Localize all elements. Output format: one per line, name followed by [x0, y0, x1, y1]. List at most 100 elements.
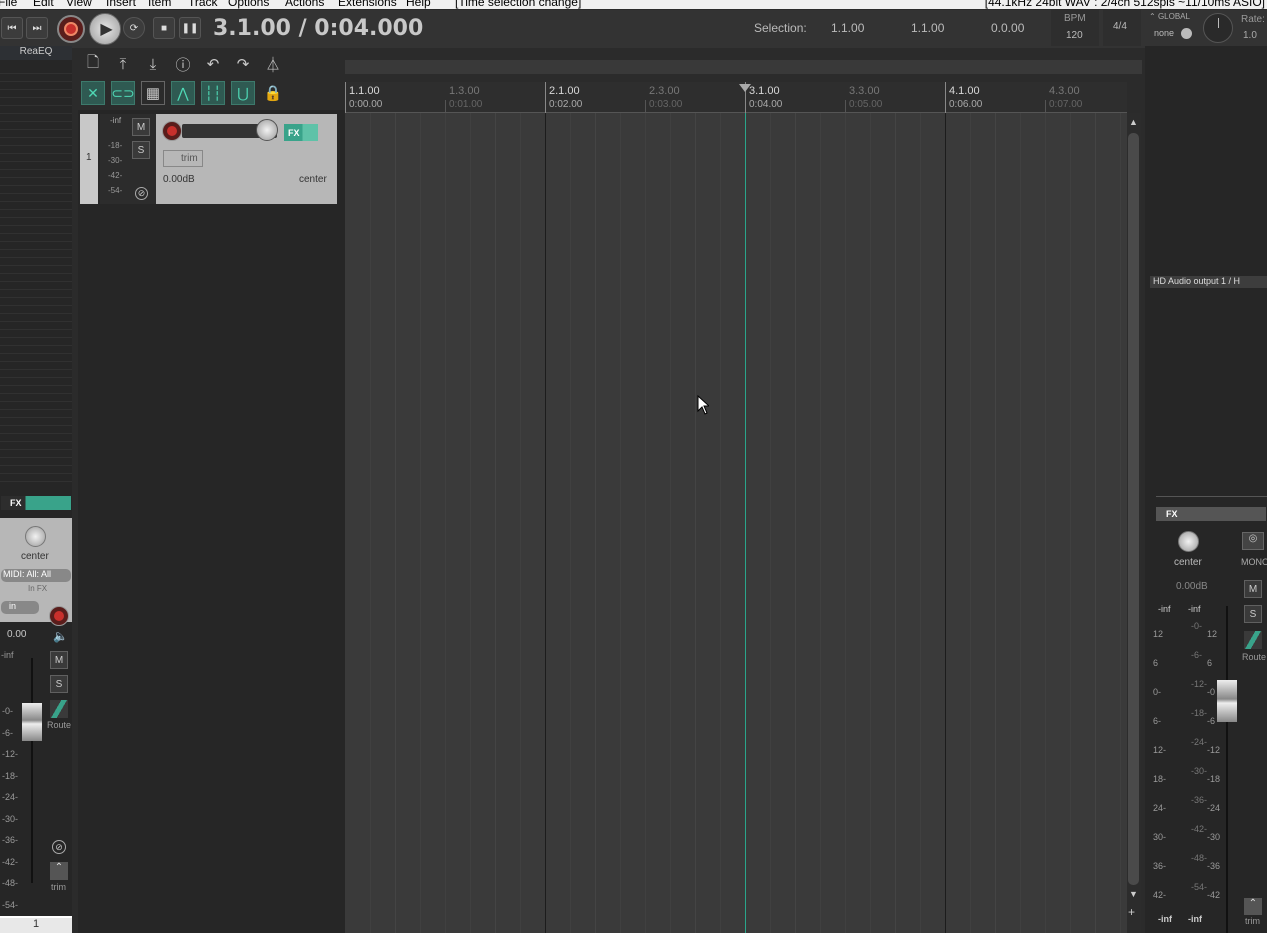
mixer-track-number[interactable]: 1	[0, 916, 72, 933]
mouse-cursor-icon	[697, 395, 709, 415]
timeline-scrollbar[interactable]	[345, 60, 1142, 74]
menu-view[interactable]: View	[66, 0, 92, 9]
new-project-icon[interactable]: 🗋	[81, 52, 105, 76]
selection-end[interactable]: 1.1.00	[911, 21, 944, 35]
menu-edit[interactable]: Edit	[33, 0, 54, 9]
track-phase-icon[interactable]: ⊘	[135, 187, 148, 200]
selection-label: Selection:	[754, 21, 807, 35]
master-fx-button[interactable]: FX	[1156, 507, 1266, 521]
play-button[interactable]: ▶	[89, 13, 121, 45]
master-meter-scale-tick: 12	[1153, 629, 1164, 639]
snap-grid-icon[interactable]: ┆┆	[201, 81, 225, 105]
link-icon[interactable]: ⊂⊃	[111, 81, 135, 105]
fx-button[interactable]: FX	[1, 496, 71, 510]
project-info-icon[interactable]: ⓘ	[171, 52, 195, 76]
track-number-cell[interactable]: 1	[80, 114, 98, 204]
master-meter-scale-tick: 12	[1207, 629, 1218, 639]
master-fader-handle[interactable]	[1217, 680, 1237, 722]
master-mute-label: M	[1248, 583, 1258, 595]
input-select[interactable]: in	[1, 601, 39, 614]
redo-icon[interactable]: ↷	[231, 52, 255, 76]
track-volume-readout: 0.00dB	[163, 174, 195, 185]
mono-stereo-icon[interactable]: ◎	[1242, 532, 1264, 550]
lock-icon[interactable]: 🔒	[261, 81, 285, 105]
menu-track[interactable]: Track	[188, 0, 218, 9]
global-dropdown-icon[interactable]	[1181, 28, 1192, 39]
timeline-ruler[interactable]: 1.1.00 0:00.00 1.3.00 0:01.00 2.1.00 0:02.00 2…	[345, 82, 1127, 113]
menu-file[interactable]: File	[0, 0, 17, 9]
grid-line	[870, 113, 871, 933]
route-button[interactable]	[50, 700, 68, 718]
playhead-marker-icon[interactable]	[739, 84, 751, 92]
menu-actions[interactable]: Actions	[285, 0, 324, 9]
save-project-icon[interactable]: ⤓	[141, 52, 165, 76]
selection-start[interactable]: 1.1.00	[831, 21, 864, 35]
track-trim-button[interactable]: trim	[163, 150, 203, 167]
global-value[interactable]: none	[1154, 28, 1174, 38]
track-volume-knob[interactable]	[256, 119, 278, 141]
metronome-icon[interactable]: ⏃	[261, 52, 285, 76]
master-meter-scale-tick: -36	[1207, 861, 1221, 871]
go-to-end-button[interactable]: ⏭	[26, 17, 48, 39]
time-display[interactable]: 3.1.00 / 0:04.000	[213, 16, 423, 41]
bpm-box[interactable]: BPM 120	[1051, 10, 1099, 46]
phase-invert-icon[interactable]: ⊘	[52, 840, 66, 854]
master-meter-scale-tick: -6-	[1191, 650, 1202, 660]
record-arm-button[interactable]	[49, 606, 69, 626]
master-route-button[interactable]	[1244, 631, 1262, 649]
menu-insert[interactable]: Insert	[106, 0, 136, 9]
repeat-button[interactable]: ⟳	[123, 17, 145, 39]
grid-line	[645, 113, 646, 933]
volume-fader-track[interactable]	[31, 658, 33, 883]
track-fx-button[interactable]: FX	[284, 124, 318, 141]
pause-button[interactable]: ❚❚	[179, 17, 201, 39]
volume-fader-handle[interactable]	[22, 703, 42, 741]
menu-extensions[interactable]: Extensions	[338, 0, 397, 9]
envelope-link-icon[interactable]: ⋀	[171, 81, 195, 105]
open-project-icon[interactable]: ⤒	[111, 52, 135, 76]
menu-help[interactable]: Help	[406, 0, 431, 9]
stop-button[interactable]: ■	[153, 17, 175, 39]
mute-button[interactable]: M	[50, 651, 68, 669]
menu-options[interactable]: Options	[228, 0, 269, 9]
master-fader-track[interactable]	[1226, 606, 1228, 933]
midi-input-select[interactable]: MIDI: All: All	[1, 569, 71, 582]
master-pan-knob[interactable]	[1178, 531, 1199, 552]
scroll-thumb[interactable]	[1128, 133, 1139, 885]
ruler-bar-label: 3.3.00	[849, 85, 880, 97]
scroll-up-icon[interactable]: ▲	[1129, 117, 1138, 127]
pan-knob[interactable]	[25, 526, 46, 547]
undo-icon[interactable]: ↶	[201, 52, 225, 76]
grid-line	[995, 113, 996, 933]
ruler-tick	[645, 100, 646, 113]
track-record-arm-button[interactable]	[162, 121, 182, 141]
scroll-down-icon[interactable]: ▼	[1129, 889, 1138, 899]
track-solo-button[interactable]: S	[132, 141, 150, 159]
auto-crossfade-icon[interactable]: ✕	[81, 81, 105, 105]
track-header[interactable]: FX trim 0.00dB center	[156, 114, 337, 204]
trim-envelope-icon[interactable]: ⌃	[50, 862, 68, 880]
arrange-view[interactable]	[345, 113, 1127, 933]
time-signature[interactable]: 4/4	[1103, 10, 1141, 46]
record-button[interactable]	[57, 15, 85, 43]
master-meter-scale-tick: -30	[1207, 832, 1221, 842]
solo-button[interactable]: S	[50, 675, 68, 693]
go-to-start-button[interactable]: ⏮	[1, 17, 23, 39]
master-mute-button[interactable]: M	[1244, 580, 1262, 598]
vertical-scrollbar[interactable]: ▲ ▼ +	[1127, 113, 1141, 933]
ruler-time-label: 0:07.00	[1049, 99, 1083, 110]
speaker-icon[interactable]: 🔈	[53, 629, 68, 643]
output-device-label[interactable]: HD Audio output 1 / H	[1150, 276, 1267, 288]
selection-length[interactable]: 0.0.00	[991, 21, 1024, 35]
playhead-line[interactable]	[745, 113, 746, 933]
snap-magnet-icon[interactable]: ⋃	[231, 81, 255, 105]
grid-icon[interactable]: ▦	[141, 81, 165, 105]
edit-toolbar: ✕ ⊂⊃ ▦ ⋀ ┆┆ ⋃ 🔒	[78, 81, 345, 109]
zoom-in-icon[interactable]: +	[1128, 905, 1135, 919]
track-mute-button[interactable]: M	[132, 118, 150, 136]
ruler-time-label: 0:03.00	[649, 99, 683, 110]
master-trim-envelope-icon[interactable]: ⌃	[1244, 898, 1262, 915]
rate-knob[interactable]	[1203, 13, 1233, 43]
menu-item[interactable]: Item	[148, 0, 171, 9]
master-solo-button[interactable]: S	[1244, 605, 1262, 623]
